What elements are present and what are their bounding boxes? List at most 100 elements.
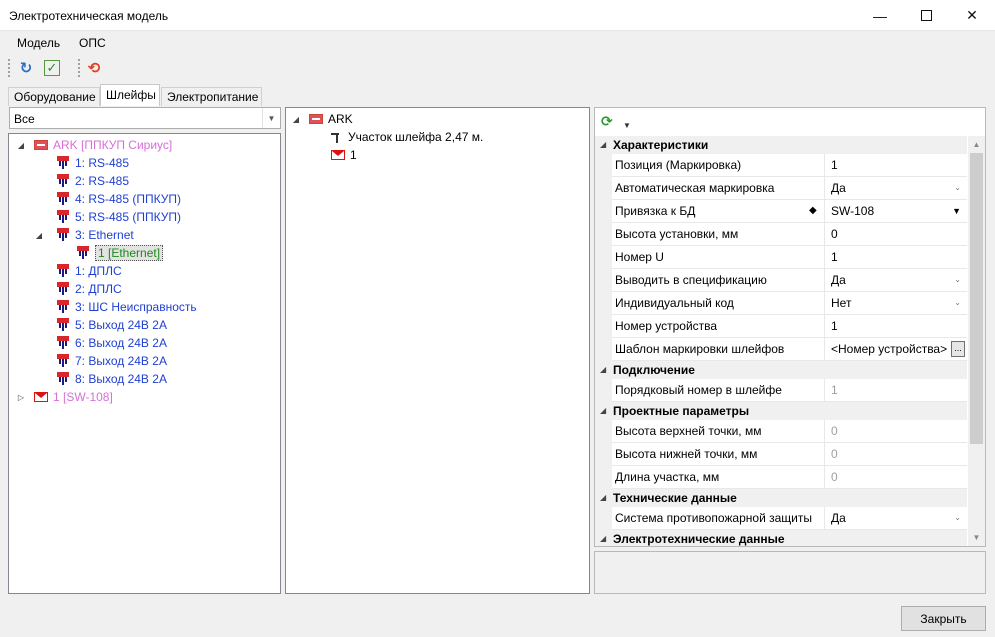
loop-icon [76,246,90,260]
ellipsis-button[interactable]: ... [951,341,965,357]
collapse-icon[interactable]: ◢ [34,231,44,240]
property-value[interactable]: Да [827,177,965,199]
chevron-down-icon[interactable]: ⌄ [954,292,961,314]
tree-node-loop[interactable]: 8: Выход 24В 2А [56,370,167,388]
loops-tree[interactable]: ◢ ARK [ППКУП Сириус] 1: RS-485 2: RS-485… [8,133,281,594]
category-electrical[interactable]: ◢ Электротехнические данные [595,530,967,546]
tree-node-segment[interactable]: Участок шлейфа 2,47 м. [331,128,483,146]
tab-equipment[interactable]: Оборудование [8,87,100,106]
close-button[interactable]: Закрыть [901,606,986,631]
property-scrollbar[interactable]: ▲ ▼ [968,136,985,546]
property-description-panel [594,551,986,594]
collapse-icon[interactable]: ◢ [16,141,26,150]
collapse-icon[interactable]: ◢ [600,489,606,507]
tab-power[interactable]: Электропитание [161,87,262,106]
tree-node-label: 6: Выход 24В 2А [75,336,167,350]
check-button[interactable]: ✓ [44,60,60,76]
tree-node-loop[interactable]: 4: RS-485 (ППКУП) [56,190,181,208]
chevron-down-icon[interactable]: ⌄ [954,507,961,529]
sync-button[interactable]: ⟲ [84,58,104,78]
property-row[interactable]: Автоматическая маркировка Да ⌄ [595,177,967,200]
maximize-button[interactable] [903,0,949,31]
tree-node-device[interactable]: 1 [331,146,357,164]
property-name: Номер U [613,246,825,268]
property-row[interactable]: Высота установки, мм 0 [595,223,967,246]
sync-icon: ⟲ [87,60,101,77]
property-name: Система противопожарной защиты [613,507,825,529]
collapse-icon[interactable]: ◢ [291,115,301,124]
refresh-icon: ⟳ [601,113,613,129]
collapse-icon[interactable]: ◢ [600,136,606,154]
collapse-icon[interactable]: ◢ [600,402,606,420]
property-row[interactable]: Высота нижней точки, мм 0 [595,443,967,466]
category-characteristics[interactable]: ◢ Характеристики [595,136,967,154]
property-value[interactable]: Да [827,269,965,291]
property-value[interactable]: Да [827,507,965,529]
scrollbar-thumb[interactable] [970,153,983,444]
property-row[interactable]: Система противопожарной защиты Да ⌄ [595,507,967,530]
close-window-button[interactable]: ✕ [949,0,995,31]
title-bar: Электротехническая модель — ✕ [0,0,995,31]
property-row[interactable]: Номер устройства 1 [595,315,967,338]
tree-node-loop[interactable]: 2: ДПЛС [56,280,122,298]
category-design[interactable]: ◢ Проектные параметры [595,402,967,420]
property-value[interactable]: 1 [827,154,965,176]
expand-icon[interactable]: ▷ [16,393,26,402]
tree-node-loop[interactable]: ◢ 3: Ethernet [34,226,134,244]
loop-icon [56,228,70,242]
property-value[interactable]: Нет [827,292,965,314]
property-value[interactable]: 0 [827,223,965,245]
tree-node-ark[interactable]: ◢ ARK [ППКУП Сириус] [16,136,172,154]
property-row[interactable]: Порядковый номер в шлейфе 1 [595,379,967,402]
tree-node-loop[interactable]: 7: Выход 24В 2А [56,352,167,370]
minimize-button[interactable]: — [857,0,903,31]
scroll-up-icon[interactable]: ▲ [968,136,985,153]
menu-model[interactable]: Модель [17,36,60,50]
property-row[interactable]: Выводить в спецификацию Да ⌄ [595,269,967,292]
property-row[interactable]: Номер U 1 [595,246,967,269]
filter-value: Все [14,112,35,126]
property-value[interactable]: 1 [827,315,965,337]
chevron-down-icon[interactable]: ▼ [262,108,280,128]
property-row[interactable]: Привязка к БД ◆ SW-108 ▼ [595,200,967,223]
property-row[interactable]: Индивидуальный код Нет ⌄ [595,292,967,315]
property-value: 0 [831,424,838,438]
tree-node-loop[interactable]: 1: ДПЛС [56,262,122,280]
scroll-down-icon[interactable]: ▼ [968,529,985,546]
tree-node-sw108[interactable]: ▷ 1 [SW-108] [16,388,113,406]
tree-node-ark[interactable]: ◢ ARK [291,110,353,128]
refresh-properties-button[interactable]: ⟳ [601,113,619,131]
tree-node-loop[interactable]: 5: RS-485 (ППКУП) [56,208,181,226]
property-row[interactable]: Шаблон маркировки шлейфов <Номер устройс… [595,338,967,361]
property-row[interactable]: Высота верхней точки, мм 0 [595,420,967,443]
chevron-down-icon[interactable]: ⌄ [954,269,961,291]
tree-node-loop[interactable]: 1: RS-485 [56,154,129,172]
tree-node-selected[interactable]: 1 [Ethernet] [76,244,164,262]
collapse-icon[interactable]: ◢ [600,530,606,546]
property-grid[interactable]: ◢ Характеристики Позиция (Маркировка) 1 … [595,136,967,546]
menu-ops[interactable]: ОПС [79,36,106,50]
tree-node-loop[interactable]: 3: ШС Неисправность [56,298,197,316]
chevron-down-icon[interactable]: ▼ [952,200,961,222]
property-value[interactable]: <Номер устройства>.< [827,338,947,360]
tree-node-loop[interactable]: 2: RS-485 [56,172,129,190]
property-row[interactable]: Длина участка, мм 0 [595,466,967,489]
tree-node-loop[interactable]: 6: Выход 24В 2А [56,334,167,352]
property-name: Позиция (Маркировка) [613,154,825,176]
property-name: Порядковый номер в шлейфе [613,379,825,401]
tree-node-loop[interactable]: 5: Выход 24В 2А [56,316,167,334]
tree-node-label: 1: ДПЛС [75,264,122,278]
filter-combo[interactable]: Все ▼ [9,107,281,129]
loop-detail-tree[interactable]: ◢ ARK Участок шлейфа 2,47 м. 1 [285,107,590,594]
refresh-button[interactable]: ↻ [16,58,36,78]
property-row[interactable]: Позиция (Маркировка) 1 [595,154,967,177]
chevron-down-icon[interactable]: ▼ [623,121,631,130]
category-technical[interactable]: ◢ Технические данные [595,489,967,507]
property-value[interactable]: 1 [827,246,965,268]
property-value[interactable]: SW-108 [827,200,965,222]
category-connection[interactable]: ◢ Подключение [595,361,967,379]
tree-node-label: 3: Ethernet [75,228,134,242]
tab-loops[interactable]: Шлейфы [100,84,160,106]
collapse-icon[interactable]: ◢ [600,361,606,379]
chevron-down-icon[interactable]: ⌄ [954,177,961,199]
